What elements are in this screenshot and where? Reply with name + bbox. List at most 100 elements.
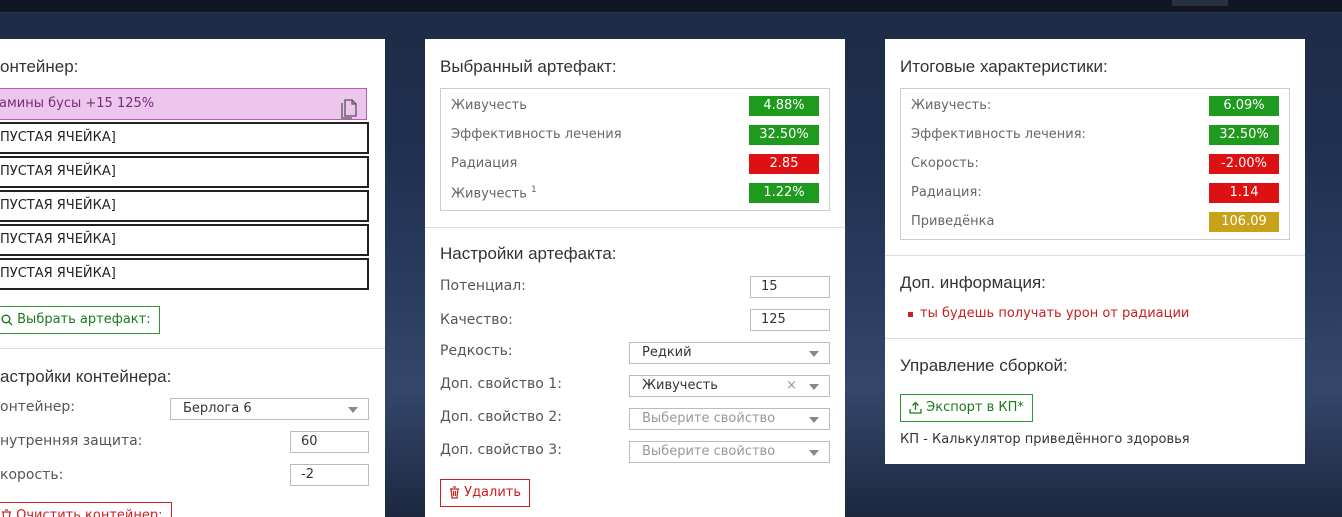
stat-name: Радиация: (911, 185, 982, 200)
stat-value: 2.85 (749, 154, 819, 174)
container-title: онтейнер: (0, 57, 79, 76)
quality-label: Качество: (440, 312, 513, 328)
trash-icon (1, 508, 16, 517)
prop2-select[interactable]: Выберите свойство (629, 408, 830, 430)
stat-name: Эффективность лечения: (911, 127, 1086, 142)
stat-row: Живучесть 1 1.22% (441, 178, 829, 207)
stat-name: Эффективность лечения (451, 127, 622, 142)
divider (885, 338, 1305, 339)
stat-row: Скорость: -2.00% (901, 149, 1289, 178)
chevron-down-icon (348, 407, 358, 413)
close-icon[interactable]: × (786, 376, 797, 396)
select-artifact-label: Выбрать артефакт: (17, 312, 151, 327)
stat-value: 1.22% (749, 183, 819, 203)
info-title: Доп. информация: (900, 273, 1046, 292)
chevron-down-icon (809, 417, 819, 423)
container-slot-empty[interactable]: ПУСТАЯ ЯЧЕЙКА] (0, 122, 369, 154)
prop2-select-placeholder: Выберите свойство (642, 411, 776, 426)
container-slot-empty[interactable]: ПУСТАЯ ЯЧЕЙКА] (0, 258, 369, 290)
container-slot-empty[interactable]: ПУСТАЯ ЯЧЕЙКА] (0, 156, 369, 188)
stat-name-text: Живучесть (451, 186, 527, 202)
stat-value: 32.50% (1209, 125, 1279, 145)
stat-row: Эффективность лечения: 32.50% (901, 120, 1289, 149)
prop1-select[interactable]: Живучесть × (629, 375, 830, 397)
slot-label: ПУСТАЯ ЯЧЕЙКА] (0, 232, 116, 247)
rarity-select-value: Редкий (642, 345, 692, 360)
export-label: Экспорт в КП* (926, 400, 1024, 415)
speed-input[interactable]: -2 (290, 464, 369, 486)
stat-name: Приведёнка (911, 214, 995, 229)
bullet-icon (908, 312, 913, 317)
stat-name: Живучесть 1 (451, 185, 537, 201)
delete-artifact-button[interactable]: Удалить (440, 479, 531, 507)
footnote: КП - Калькулятор приведённого здоровья (900, 432, 1190, 447)
top-bar (0, 0, 1342, 13)
prop3-select-placeholder: Выберите свойство (642, 444, 776, 459)
container-slot-empty[interactable]: ПУСТАЯ ЯЧЕЙКА] (0, 224, 369, 256)
chevron-down-icon (809, 351, 819, 357)
divider (885, 255, 1305, 256)
container-slot-filled[interactable]: амины бусы +15 125% (0, 88, 367, 120)
stat-value: 4.88% (749, 96, 819, 116)
potential-label: Потенциал: (440, 278, 526, 294)
stat-row: Живучесть: 6.09% (901, 91, 1289, 120)
trash-icon (449, 485, 464, 500)
stat-name: Живучесть: (911, 98, 992, 113)
artifact-settings-title: Настройки артефакта: (440, 244, 617, 263)
summary-stats-box: Живучесть: 6.09% Эффективность лечения: … (900, 88, 1290, 240)
speed-label: корость: (0, 467, 64, 483)
container-slot-empty[interactable]: ПУСТАЯ ЯЧЕЙКА] (0, 190, 369, 222)
upload-icon (909, 400, 926, 415)
info-item: ты будешь получать урон от радиации (920, 306, 1190, 321)
stat-name: Радиация (451, 156, 518, 171)
container-select[interactable]: Берлога 6 (170, 398, 369, 420)
artifact-panel: Выбранный артефакт: Живучесть 4.88% Эффе… (425, 39, 845, 517)
inner-protection-label: нутренняя защита: (0, 433, 143, 449)
container-settings-title: астройки контейнера: (0, 367, 172, 386)
search-icon (1, 312, 17, 327)
stat-name: Живучесть (451, 98, 527, 113)
stat-value: 106.09 (1209, 212, 1279, 232)
artifact-title: Выбранный артефакт: (440, 57, 617, 76)
clear-container-label: Очистить контейнер: (16, 508, 163, 517)
prop2-label: Доп. свойство 2: (440, 409, 562, 425)
potential-input[interactable]: 15 (750, 276, 830, 298)
stat-row: Радиация: 1.14 (901, 178, 1289, 207)
stat-footnote-mark: 1 (531, 185, 537, 195)
chevron-down-icon (809, 384, 819, 390)
prop1-select-value: Живучесть (642, 378, 718, 393)
prop3-select[interactable]: Выберите свойство (629, 441, 830, 463)
delete-label: Удалить (464, 485, 522, 500)
slot-label: ПУСТАЯ ЯЧЕЙКА] (0, 164, 116, 179)
prop3-label: Доп. свойство 3: (440, 442, 562, 458)
stat-value: 32.50% (749, 125, 819, 145)
container-select-value: Берлога 6 (183, 401, 252, 416)
stat-value: -2.00% (1209, 154, 1279, 174)
stat-row: Приведёнка 106.09 (901, 207, 1289, 236)
stat-value: 6.09% (1209, 96, 1279, 116)
build-title: Управление сборкой: (900, 356, 1068, 375)
slot-label: ПУСТАЯ ЯЧЕЙКА] (0, 198, 116, 213)
slot-label: амины бусы +15 125% (0, 96, 155, 111)
inner-protection-input[interactable]: 60 (290, 431, 369, 453)
rarity-select[interactable]: Редкий (629, 342, 830, 364)
container-label: онтейнер: (0, 399, 75, 415)
divider (0, 348, 385, 349)
quality-input[interactable]: 125 (750, 309, 830, 331)
summary-title: Итоговые характеристики: (900, 57, 1108, 76)
prop1-label: Доп. свойство 1: (440, 376, 562, 392)
rarity-label: Редкость: (440, 343, 513, 359)
chevron-down-icon (809, 450, 819, 456)
divider (425, 227, 845, 228)
select-artifact-button[interactable]: Выбрать артефакт: (0, 306, 160, 334)
top-bar-mark (1172, 0, 1228, 6)
stat-row: Радиация 2.85 (441, 149, 829, 178)
artifact-stats-box: Живучесть 4.88% Эффективность лечения 32… (440, 88, 830, 211)
clear-container-button[interactable]: Очистить контейнер: (0, 502, 172, 517)
container-panel: онтейнер: амины бусы +15 125% ПУСТАЯ ЯЧЕ… (0, 39, 385, 517)
export-button[interactable]: Экспорт в КП* (900, 394, 1033, 422)
stat-name: Скорость: (911, 156, 979, 171)
stat-row: Эффективность лечения 32.50% (441, 120, 829, 149)
stat-value: 1.14 (1209, 183, 1279, 203)
copy-icon[interactable] (341, 94, 357, 119)
